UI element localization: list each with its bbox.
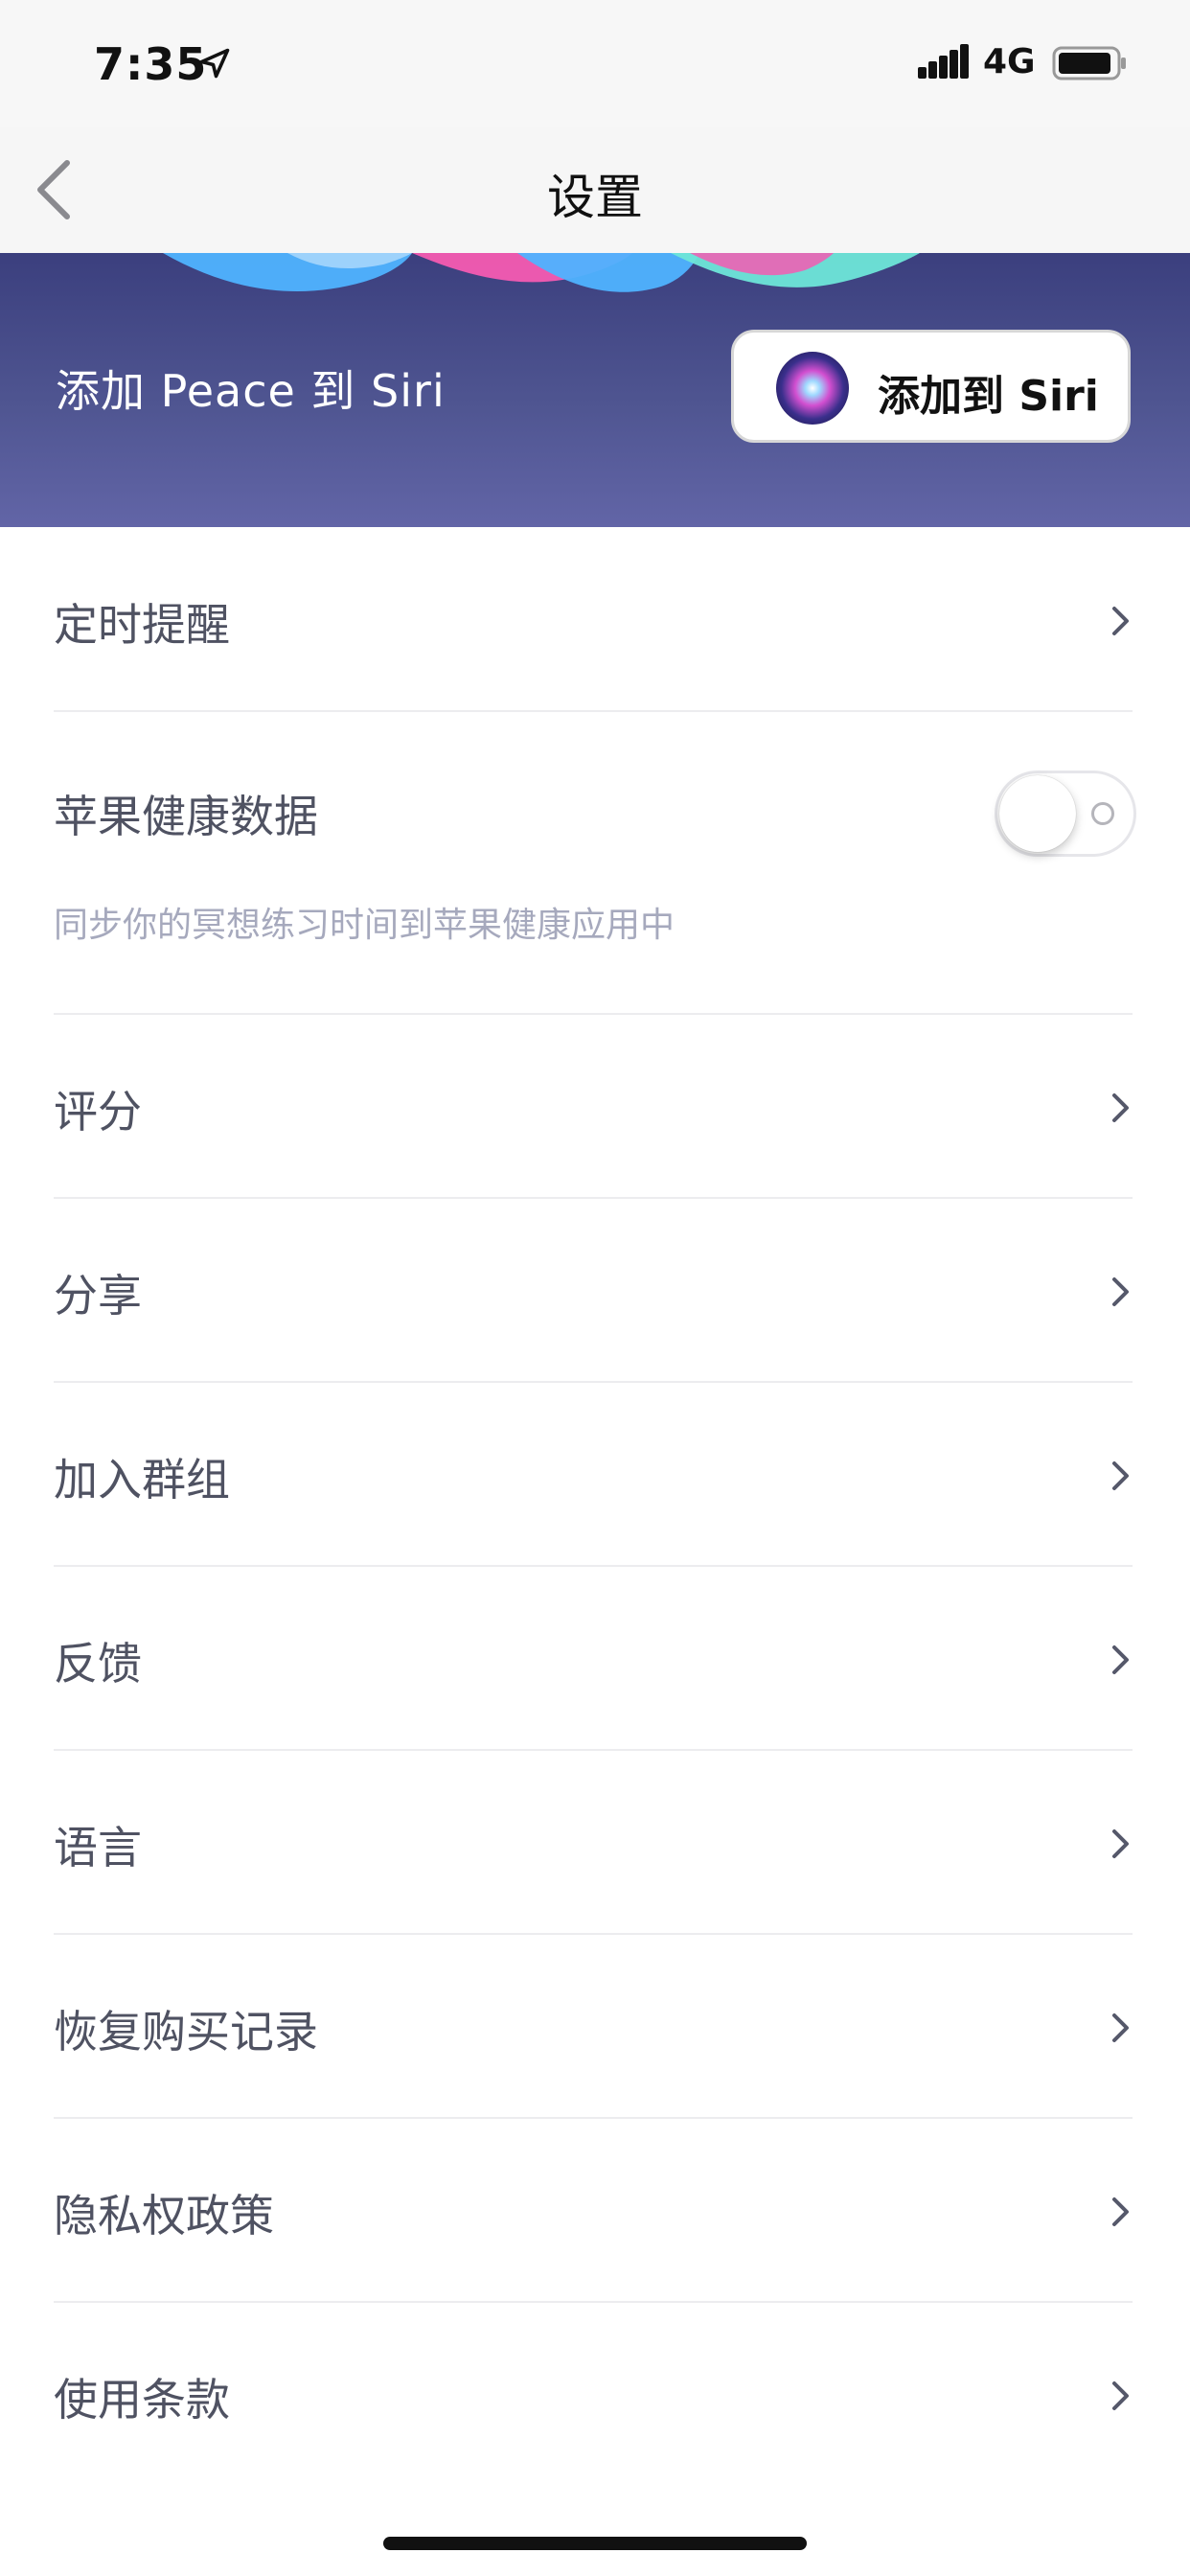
chevron-right-icon [1112, 2197, 1129, 2226]
health-sync-toggle[interactable] [995, 770, 1136, 857]
signal-bars-icon [918, 44, 969, 79]
chevron-right-icon [1112, 1645, 1129, 1674]
settings-row-reminder[interactable]: 定时提醒 [54, 585, 1133, 652]
toggle-off-icon [1091, 802, 1114, 825]
chevron-right-icon [1112, 1829, 1129, 1858]
chevron-right-icon [1112, 607, 1129, 635]
health-sync-description: 同步你的冥想练习时间到苹果健康应用中 [54, 906, 675, 945]
siri-icon [776, 352, 849, 425]
status-bar: 7:35 4G [0, 0, 1190, 126]
settings-row-label: 评分 [54, 1086, 142, 1138]
settings-row-terms-of-use[interactable]: 使用条款 [54, 2359, 1133, 2426]
status-time: 7:35 [94, 38, 208, 90]
divider [54, 1749, 1133, 1751]
add-to-siri-label: 添加到 Siri [878, 372, 1099, 421]
location-arrow-icon [199, 48, 230, 79]
divider [54, 1933, 1133, 1935]
settings-row-label: 隐私权政策 [54, 2190, 274, 2242]
settings-row-label: 恢复购买记录 [54, 2006, 318, 2058]
settings-row-rate[interactable]: 评分 [54, 1071, 1133, 1138]
settings-row-share[interactable]: 分享 [54, 1255, 1133, 1322]
settings-row-label: 语言 [54, 1822, 142, 1874]
chevron-right-icon [1112, 2013, 1129, 2042]
siri-banner: 添加 Peace 到 Siri 添加到 Siri [0, 253, 1190, 527]
add-to-siri-button[interactable]: 添加到 Siri [731, 330, 1131, 443]
settings-row-label: 分享 [54, 1270, 142, 1322]
chevron-right-icon [1112, 2381, 1129, 2410]
chevron-right-icon [1112, 1277, 1129, 1306]
chevron-right-icon [1112, 1461, 1129, 1490]
home-indicator[interactable] [383, 2537, 807, 2550]
divider [54, 710, 1133, 712]
page-title: 设置 [547, 170, 643, 225]
settings-row-label: 加入群组 [54, 1454, 230, 1506]
divider [54, 1381, 1133, 1383]
settings-row-restore-purchases[interactable]: 恢复购买记录 [54, 1991, 1133, 2058]
navigation-bar: 设置 [0, 126, 1190, 253]
settings-row-join-group[interactable]: 加入群组 [54, 1439, 1133, 1506]
divider [54, 2117, 1133, 2119]
settings-row-label: 定时提醒 [54, 599, 230, 651]
divider [54, 1013, 1133, 1015]
settings-row-label: 反馈 [54, 1638, 142, 1690]
settings-row-feedback[interactable]: 反馈 [54, 1623, 1133, 1690]
settings-row-label: 苹果健康数据 [54, 791, 318, 842]
settings-row-language[interactable]: 语言 [54, 1807, 1133, 1874]
divider [54, 1197, 1133, 1199]
network-type: 4G [983, 42, 1036, 81]
divider [54, 1565, 1133, 1567]
settings-row-privacy-policy[interactable]: 隐私权政策 [54, 2175, 1133, 2242]
divider [54, 2301, 1133, 2303]
settings-row-health: 苹果健康数据 [54, 776, 1133, 843]
siri-wave-graphic [163, 253, 920, 292]
siri-banner-text: 添加 Peace 到 Siri [56, 365, 446, 417]
battery-icon [1052, 46, 1126, 80]
chevron-right-icon [1112, 1093, 1129, 1122]
settings-row-label: 使用条款 [54, 2374, 230, 2426]
toggle-knob [999, 775, 1076, 852]
